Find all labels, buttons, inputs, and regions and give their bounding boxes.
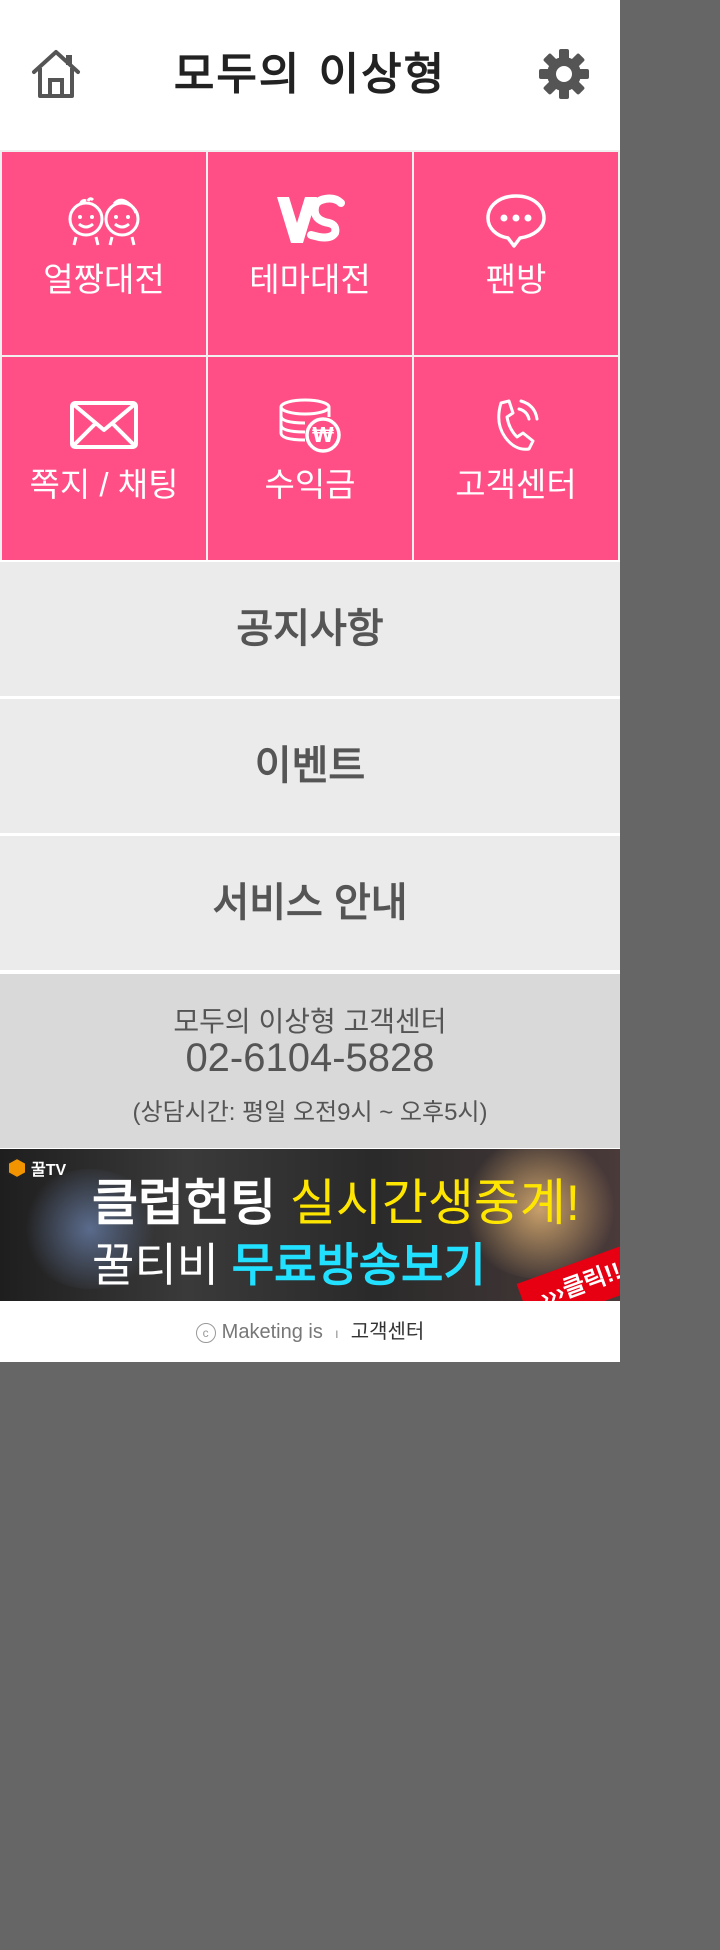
footer-copyright: Maketing is [221,1321,323,1343]
banner-subline-white: 꿀티비 [92,1239,232,1291]
chat-bubble-icon [414,190,618,250]
gear-icon [539,49,589,99]
banner-subline: 꿀티비 무료방송보기 [92,1229,486,1295]
menu-item-label: 이벤트 [254,744,366,788]
support-hours: (상담시간: 평일 오전9시 ~ 오후5시) [132,1099,488,1126]
tile-message-chat[interactable]: 쪽지 / 채팅 [2,357,206,560]
tile-theme-battle[interactable]: 테마대전 [208,152,412,355]
home-button[interactable] [28,46,84,102]
banner-headline: 클럽헌팅 실시간생중계! [92,1163,580,1235]
tile-label: 얼짱대전 [43,261,165,298]
menu-item-service-guide[interactable]: 서비스 안내 [0,836,620,972]
phone-icon [414,395,618,455]
footer: c Maketing is ı 고객센터 [0,1302,620,1362]
copyright-icon: c [195,1322,216,1343]
menu-item-notice[interactable]: 공지사항 [0,562,620,698]
tile-label: 팬방 [485,261,547,298]
feature-grid: 얼짱대전 테마대전 팬방 쪽지 / 채팅 ₩ 수익금 고객센터 [0,150,620,560]
header: 모두의 이상형 [0,0,620,150]
coins-won-icon: ₩ [208,395,412,455]
app-logo[interactable]: 모두의 이상형 [160,40,460,110]
footer-link-customer-center[interactable]: 고객센터 [351,1321,425,1343]
banner-brand: 꿀TV [6,1155,66,1181]
menu-item-label: 공지사항 [236,607,384,651]
faces-icon [2,190,206,250]
banner-headline-yellow: 실시간생중계! [289,1175,580,1231]
menu-item-label: 서비스 안내 [212,881,408,925]
banner-subline-cyan: 무료방송보기 [231,1239,486,1291]
home-icon [32,50,80,98]
tile-label: 고객센터 [455,466,577,503]
support-title: 모두의 이상형 고객센터 [173,1006,447,1037]
tile-face-battle[interactable]: 얼짱대전 [2,152,206,355]
vs-icon [208,190,412,250]
customer-support-box: 모두의 이상형 고객센터 02-6104-5828 (상담시간: 평일 오전9시… [0,974,620,1148]
tile-label: 수익금 [264,466,356,503]
envelope-icon [2,395,206,455]
settings-button[interactable] [536,46,592,102]
honey-hex-icon [7,1157,27,1179]
tile-customer-center[interactable]: 고객센터 [414,357,618,560]
tile-fan-room[interactable]: 팬방 [414,152,618,355]
ad-banner[interactable]: 꿀TV 클럽헌팅 실시간생중계! 꿀티비 무료방송보기 ›››클릭!! [0,1149,620,1301]
tile-label: 테마대전 [249,261,371,298]
support-phone[interactable]: 02-6104-5828 [0,1036,620,1081]
svg-text:₩: ₩ [312,423,334,447]
tile-label: 쪽지 / 채팅 [29,466,179,503]
banner-brand-text: 꿀TV [31,1162,67,1179]
app-panel: 모두의 이상형 얼짱대전 테마대전 팬방 쪽지 / 채팅 ₩ 수익금 고객센터 … [0,0,620,1362]
tile-earnings[interactable]: ₩ 수익금 [208,357,412,560]
footer-separator: ı [334,1325,339,1341]
menu-item-event[interactable]: 이벤트 [0,699,620,835]
banner-headline-white: 클럽헌팅 [92,1175,290,1231]
